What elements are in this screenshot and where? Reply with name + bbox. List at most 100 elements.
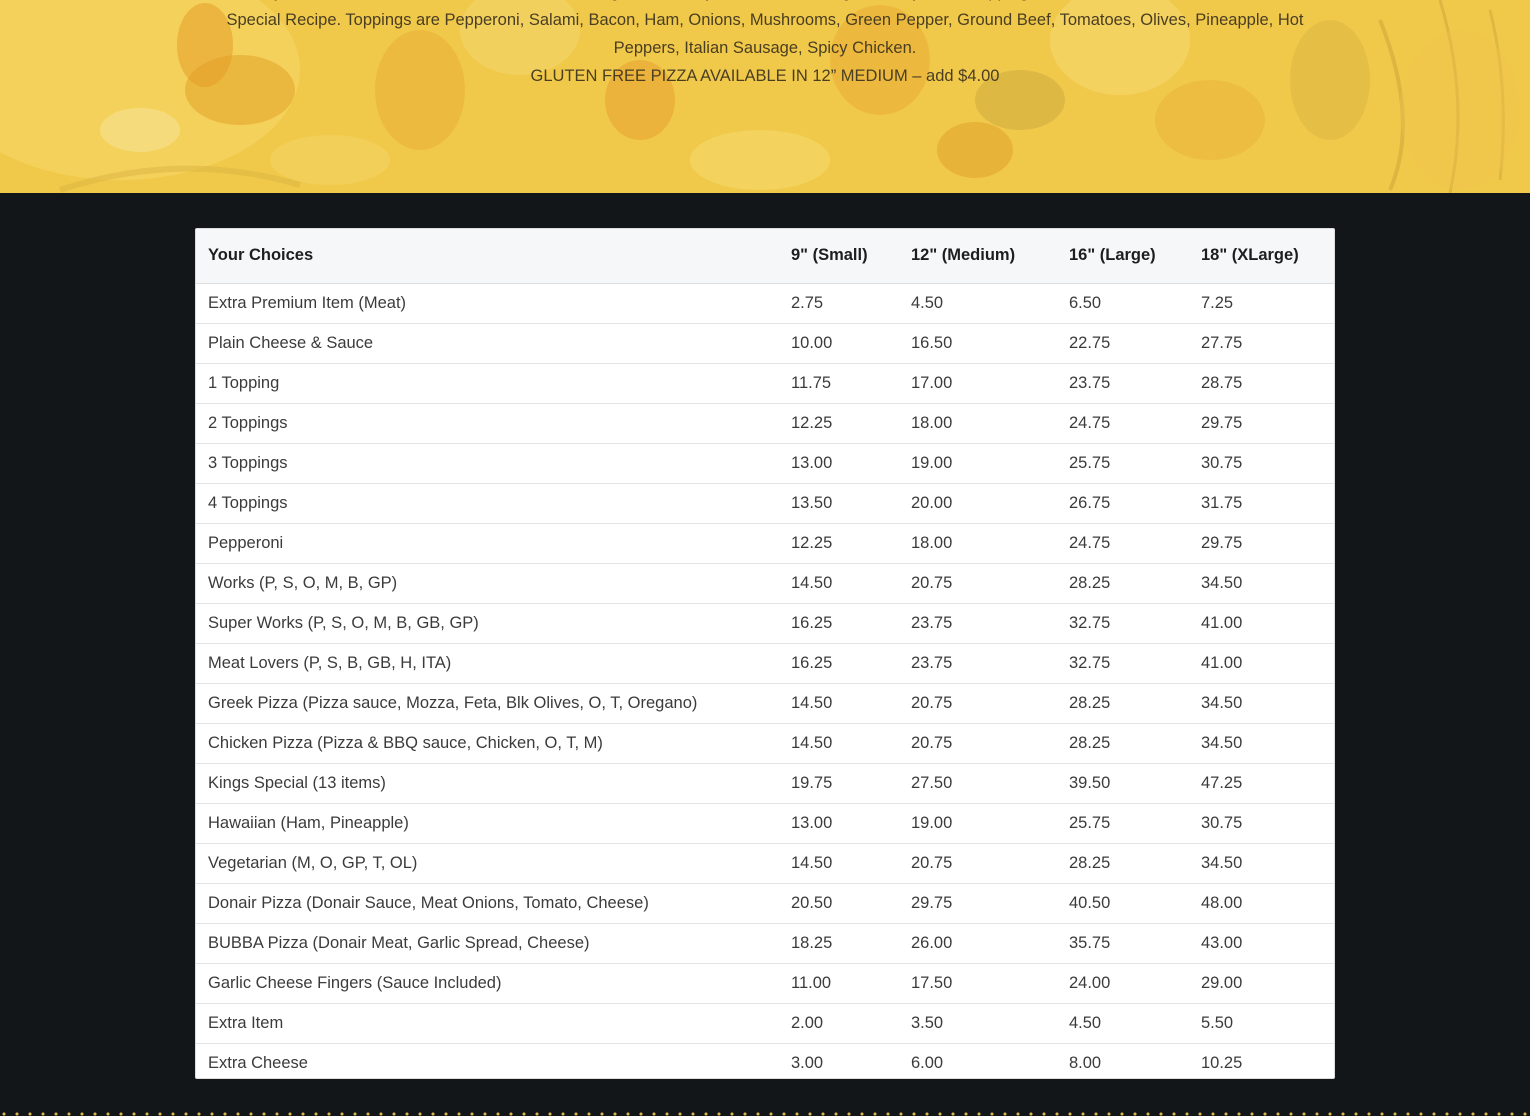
price-table-container: Your Choices 9" (Small) 12" (Medium) 16"…: [195, 228, 1335, 1079]
price-large: 25.75: [1057, 443, 1189, 484]
decorative-bottom-border: [0, 1108, 1530, 1116]
table-row: Garlic Cheese Fingers (Sauce Included) 11…: [196, 963, 1334, 1004]
price-medium: 20.75: [899, 683, 1057, 724]
price-large: 22.75: [1057, 323, 1189, 364]
table-row: Meat Lovers (P, S, B, GB, H, ITA) 16.25 23…: [196, 643, 1334, 684]
table-row: Vegetarian (M, O, GP, T, OL) 14.50 20.75 28…: [196, 843, 1334, 884]
price-large: 35.75: [1057, 923, 1189, 964]
table-row: Works (P, S, O, M, B, GP) 14.50 20.75 28.25…: [196, 563, 1334, 604]
price-medium: 20.00: [899, 483, 1057, 524]
item-name: Extra Premium Item (Meat): [196, 283, 779, 324]
price-medium: 18.00: [899, 403, 1057, 444]
price-medium: 17.00: [899, 363, 1057, 404]
price-large: 40.50: [1057, 883, 1189, 924]
table-header-row: Your Choices 9" (Small) 12" (Medium) 16"…: [196, 229, 1334, 284]
price-medium: 29.75: [899, 883, 1057, 924]
table-row: Plain Cheese & Sauce 10.00 16.50 22.75 27.75: [196, 323, 1334, 364]
price-small: 14.50: [779, 723, 899, 764]
table-row: 2 Toppings 12.25 18.00 24.75 29.75: [196, 403, 1334, 444]
price-xlarge: 34.50: [1189, 683, 1334, 724]
gluten-free-note: GLUTEN FREE PIZZA AVAILABLE IN 12” MEDIU…: [530, 67, 1000, 85]
item-name: Kings Special (13 items): [196, 763, 779, 804]
price-small: 3.00: [791, 1053, 824, 1072]
price-xlarge: 43.00: [1189, 923, 1334, 964]
price-xlarge: 29.00: [1189, 963, 1334, 1004]
table-row: Extra Cheese 3.00 6.00 8.00 10.25: [196, 1043, 1334, 1078]
price-large: 25.75: [1057, 803, 1189, 844]
item-name: BUBBA Pizza (Donair Meat, Garlic Spread,…: [196, 923, 779, 964]
table-body: Extra Premium Item (Meat) 2.75 4.50 6.50 7.2…: [196, 283, 1334, 1078]
header-large: 16" (Large): [1057, 229, 1189, 284]
hero-description: All Joey's Pizza is made with 100% Mozza…: [200, 0, 1330, 90]
price-xlarge: 31.75: [1189, 483, 1334, 524]
header-medium: 12" (Medium): [899, 229, 1057, 284]
price-large: 32.75: [1057, 603, 1189, 644]
price-xlarge: 34.50: [1189, 563, 1334, 604]
price-medium: 23.75: [899, 643, 1057, 684]
price-small: 14.50: [779, 843, 899, 884]
price-large: 8.00: [1069, 1053, 1102, 1072]
price-xlarge: 5.50: [1189, 1003, 1334, 1044]
price-small: 2.00: [779, 1003, 899, 1044]
item-name: 2 Toppings: [196, 403, 779, 444]
price-medium: 19.00: [899, 803, 1057, 844]
table-row: BUBBA Pizza (Donair Meat, Garlic Spread,…: [196, 923, 1334, 964]
price-small: 13.00: [779, 443, 899, 484]
price-xlarge: 41.00: [1189, 643, 1334, 684]
item-name: Meat Lovers (P, S, B, GB, H, ITA): [196, 643, 779, 684]
price-large: 28.25: [1057, 843, 1189, 884]
price-small: 14.50: [779, 563, 899, 604]
price-small: 13.50: [779, 483, 899, 524]
price-small: 13.00: [779, 803, 899, 844]
table-row: Extra Item 2.00 3.50 4.50 5.50: [196, 1003, 1334, 1044]
price-xlarge: 29.75: [1189, 523, 1334, 564]
price-large: 24.75: [1057, 523, 1189, 564]
price-small: 16.25: [779, 643, 899, 684]
table-row: 4 Toppings 13.50 20.00 26.75 31.75: [196, 483, 1334, 524]
price-large: 28.25: [1057, 563, 1189, 604]
price-small: 2.75: [779, 283, 899, 324]
price-medium: 20.75: [899, 723, 1057, 764]
price-large: 23.75: [1057, 363, 1189, 404]
price-medium: 23.75: [899, 603, 1057, 644]
item-name: 1 Topping: [196, 363, 779, 404]
header-your-choices: Your Choices: [196, 229, 779, 284]
price-medium: 3.50: [899, 1003, 1057, 1044]
item-name: Pepperoni: [196, 523, 779, 564]
item-name: Super Works (P, S, O, M, B, GB, GP): [196, 603, 779, 644]
price-large: 4.50: [1057, 1003, 1189, 1044]
table-row: Super Works (P, S, O, M, B, GB, GP) 16.25…: [196, 603, 1334, 644]
price-medium: 27.50: [899, 763, 1057, 804]
price-xlarge: 48.00: [1189, 883, 1334, 924]
price-xlarge: 7.25: [1189, 283, 1334, 324]
table-row: 1 Topping 11.75 17.00 23.75 28.75: [196, 363, 1334, 404]
item-name: 3 Toppings: [196, 443, 779, 484]
item-name: Chicken Pizza (Pizza & BBQ sauce, Chicke…: [196, 723, 779, 764]
price-small: 10.00: [779, 323, 899, 364]
price-medium: 18.00: [899, 523, 1057, 564]
price-small: 14.50: [779, 683, 899, 724]
table-row: Hawaiian (Ham, Pineapple) 13.00 19.00 25.75…: [196, 803, 1334, 844]
price-large: 32.75: [1057, 643, 1189, 684]
item-name: Hawaiian (Ham, Pineapple): [196, 803, 779, 844]
price-xlarge: 30.75: [1189, 803, 1334, 844]
price-small: 12.25: [779, 403, 899, 444]
price-medium: 26.00: [899, 923, 1057, 964]
pizza-price-table: Your Choices 9" (Small) 12" (Medium) 16"…: [196, 229, 1334, 1078]
price-medium: 16.50: [899, 323, 1057, 364]
header-small: 9" (Small): [779, 229, 899, 284]
price-small: 11.00: [779, 963, 899, 1004]
price-medium: 20.75: [899, 563, 1057, 604]
price-xlarge: 27.75: [1189, 323, 1334, 364]
item-name: Extra Cheese: [208, 1053, 308, 1072]
item-name: 4 Toppings: [196, 483, 779, 524]
price-large: 24.75: [1057, 403, 1189, 444]
hero-ingredients-text: All Joey's Pizza is made with 100% Mozza…: [225, 0, 1306, 57]
price-small: 18.25: [779, 923, 899, 964]
item-name: Garlic Cheese Fingers (Sauce Included): [196, 963, 779, 1004]
price-small: 16.25: [779, 603, 899, 644]
item-name: Greek Pizza (Pizza sauce, Mozza, Feta, B…: [196, 683, 779, 724]
item-name: Extra Item: [196, 1003, 779, 1044]
table-row: Pepperoni 12.25 18.00 24.75 29.75: [196, 523, 1334, 564]
price-small: 11.75: [779, 363, 899, 404]
